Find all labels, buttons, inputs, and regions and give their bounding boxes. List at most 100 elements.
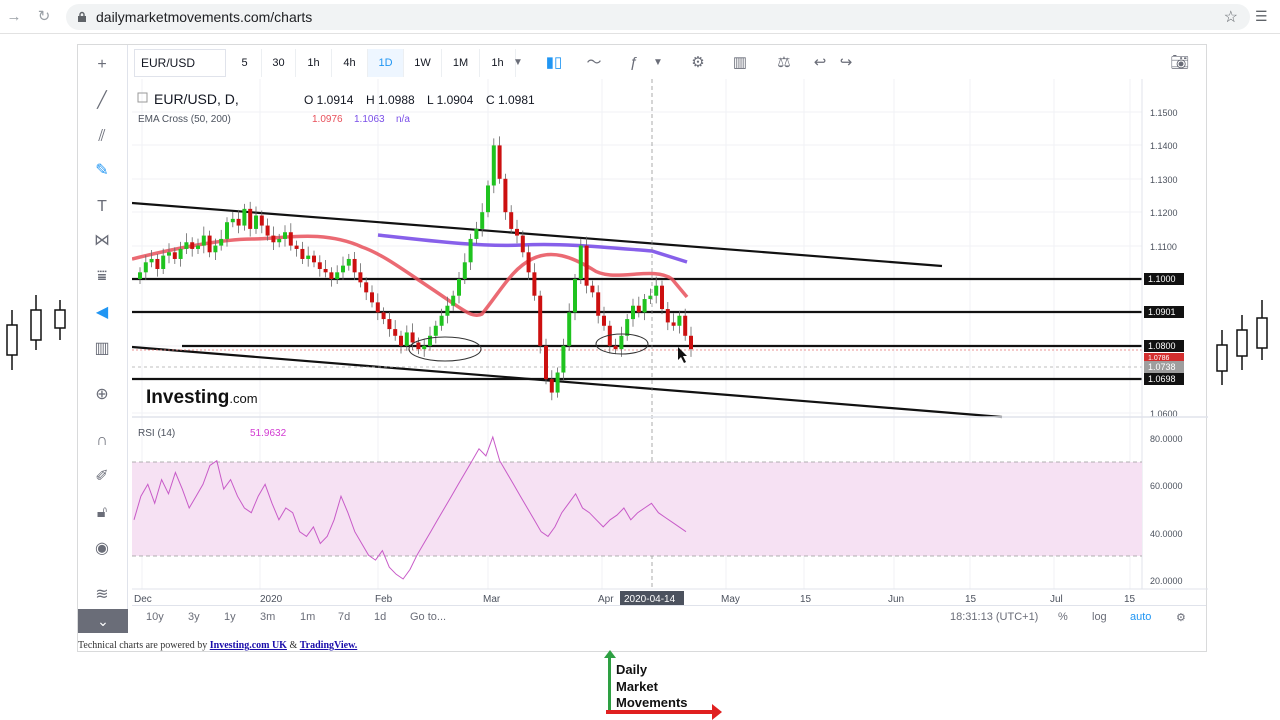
svg-text:15: 15 — [800, 594, 812, 605]
candle-up — [654, 285, 659, 296]
price-tick: 1.1500 — [1150, 108, 1178, 118]
candle-down — [596, 292, 601, 316]
range-1y[interactable]: 1y — [224, 611, 236, 623]
back-arrow-icon[interactable]: ◀ — [90, 301, 114, 325]
crosshair-icon[interactable]: + — [90, 53, 114, 77]
log-toggle[interactable]: log — [1092, 611, 1107, 623]
svg-text:1.0786: 1.0786 — [1148, 355, 1170, 362]
candle-up — [213, 245, 218, 253]
settings-gear-icon[interactable]: ⚙ — [682, 49, 714, 77]
candle-down — [532, 272, 537, 296]
fib-icon[interactable]: ⩸ — [90, 265, 114, 289]
forward-icon[interactable]: → — [4, 7, 24, 27]
candle-up — [631, 305, 635, 320]
ema-slow-value: 1.1063 — [354, 114, 385, 125]
timeframe-30[interactable]: 30 — [262, 49, 296, 77]
line-chart-icon[interactable]: 〜 — [578, 49, 610, 77]
candle-down — [190, 242, 195, 249]
timeframe-4h[interactable]: 4h — [332, 49, 368, 77]
range-7d[interactable]: 7d — [338, 611, 350, 623]
settings-icon[interactable]: ⚙ — [1176, 611, 1186, 624]
price-tick: 1.1300 — [1150, 175, 1178, 185]
decorative-candles-left — [6, 295, 66, 370]
rsi-label: RSI (14) — [138, 428, 175, 439]
clock: 18:31:13 (UTC+1) — [950, 611, 1039, 623]
reload-icon[interactable]: ↻ — [34, 7, 54, 27]
candle-up — [161, 255, 166, 269]
collapse-toolbar-button[interactable]: ⌄ — [78, 609, 128, 633]
drawing-toolbar: + ╱ ⫽ ✎ T ⋈ ⩸ ◀ ▥ ⊕ ∩ ✐ 🔓︎ ◉ ≋ ⌄ — [78, 45, 128, 633]
layers-icon[interactable]: ≋ — [90, 583, 114, 607]
timeframe-1w[interactable]: 1W — [404, 49, 442, 77]
auto-toggle[interactable]: auto — [1130, 611, 1151, 623]
timeframe-1m[interactable]: 1M — [442, 49, 480, 77]
chart-widget: + ╱ ⫽ ✎ T ⋈ ⩸ ◀ ▥ ⊕ ∩ ✐ 🔓︎ ◉ ≋ ⌄ EUR/USD… — [77, 44, 1208, 652]
text-tool-icon[interactable]: T — [90, 195, 114, 219]
tradingview-link[interactable]: TradingView. — [300, 640, 358, 651]
timeframe-1h[interactable]: 1h — [296, 49, 332, 77]
range-3y[interactable]: 3y — [188, 611, 200, 623]
candles-icon[interactable]: ▮▯ — [538, 49, 570, 77]
candle-up — [677, 315, 682, 326]
brush-icon[interactable]: ✎ — [90, 159, 114, 183]
candle-down — [312, 255, 316, 263]
bar-chart-icon[interactable]: ▥ — [724, 49, 756, 77]
candle-down — [294, 245, 299, 249]
candle-up — [480, 212, 485, 229]
rsi-band — [132, 462, 1142, 556]
measure-icon[interactable]: ▥ — [90, 337, 114, 361]
redo-icon[interactable]: ↪ — [830, 49, 862, 77]
candle-down — [526, 252, 531, 273]
range-1m[interactable]: 1m — [300, 611, 315, 623]
address-bar[interactable]: dailymarketmovements.com/charts ☆ — [66, 4, 1250, 30]
range-1d[interactable]: 1d — [374, 611, 386, 623]
pencil-lock-icon[interactable]: ✐ — [90, 465, 114, 489]
symbol-search[interactable]: EUR/USD — [134, 49, 226, 77]
interval-dropdown-icon[interactable]: ▼ — [508, 49, 528, 77]
level-labels: 1.1000 1.0901 1.0800 1.0786 1.0738 1.069… — [1144, 273, 1184, 385]
price-tick: 1.1400 — [1150, 141, 1178, 151]
indicators-dropdown-icon[interactable]: ▼ — [648, 49, 668, 77]
candle-up — [428, 335, 432, 346]
zoom-icon[interactable]: ⊕ — [90, 383, 114, 407]
compare-icon[interactable]: ⚖ — [768, 49, 800, 77]
goto-button[interactable]: Go to... — [410, 611, 446, 623]
reading-list-icon[interactable]: ☰ — [1255, 8, 1268, 25]
candle-down — [207, 235, 212, 253]
candle-down — [549, 379, 554, 393]
candle-down — [265, 225, 270, 236]
candle-down — [689, 335, 693, 350]
timeframe-5[interactable]: 5 — [228, 49, 262, 77]
magnet-icon[interactable]: ∩ — [90, 429, 114, 453]
camera-icon[interactable]: 📷︎ — [1164, 49, 1196, 77]
range-10y[interactable]: 10y — [146, 611, 164, 623]
candle-down — [602, 315, 606, 326]
timeframe-1d[interactable]: 1D — [368, 49, 404, 77]
candle-down — [520, 235, 525, 253]
candle-up — [468, 238, 473, 263]
candle-down — [584, 245, 589, 286]
eye-icon[interactable]: ◉ — [90, 537, 114, 561]
candle-down — [665, 309, 670, 323]
lock-icon[interactable]: 🔓︎ — [90, 501, 114, 525]
candle-down — [236, 218, 241, 226]
url-text[interactable]: dailymarketmovements.com/charts — [96, 9, 312, 25]
candle-up — [143, 262, 148, 273]
price-chart[interactable]: 1.1500 1.1400 1.1300 1.1200 1.1100 1.060… — [132, 79, 1208, 605]
candle-up — [433, 325, 438, 336]
range-3m[interactable]: 3m — [260, 611, 275, 623]
bookmark-star-icon[interactable]: ☆ — [1224, 7, 1238, 27]
indicators-icon[interactable]: ƒ — [618, 49, 650, 77]
candle-up — [404, 332, 409, 346]
candle-down — [544, 345, 548, 380]
lock-icon — [78, 11, 86, 22]
candles — [138, 136, 693, 401]
investing-link[interactable]: Investing.com UK — [210, 640, 287, 651]
percent-toggle[interactable]: % — [1058, 611, 1068, 623]
pitchfork-icon[interactable]: ⫽ — [90, 125, 114, 149]
pattern-icon[interactable]: ⋈ — [90, 229, 114, 253]
trend-line-icon[interactable]: ╱ — [90, 89, 114, 113]
svg-text:20.0000: 20.0000 — [1150, 576, 1183, 586]
svg-text:40.0000: 40.0000 — [1150, 529, 1183, 539]
svg-text:Jul: Jul — [1050, 594, 1063, 605]
